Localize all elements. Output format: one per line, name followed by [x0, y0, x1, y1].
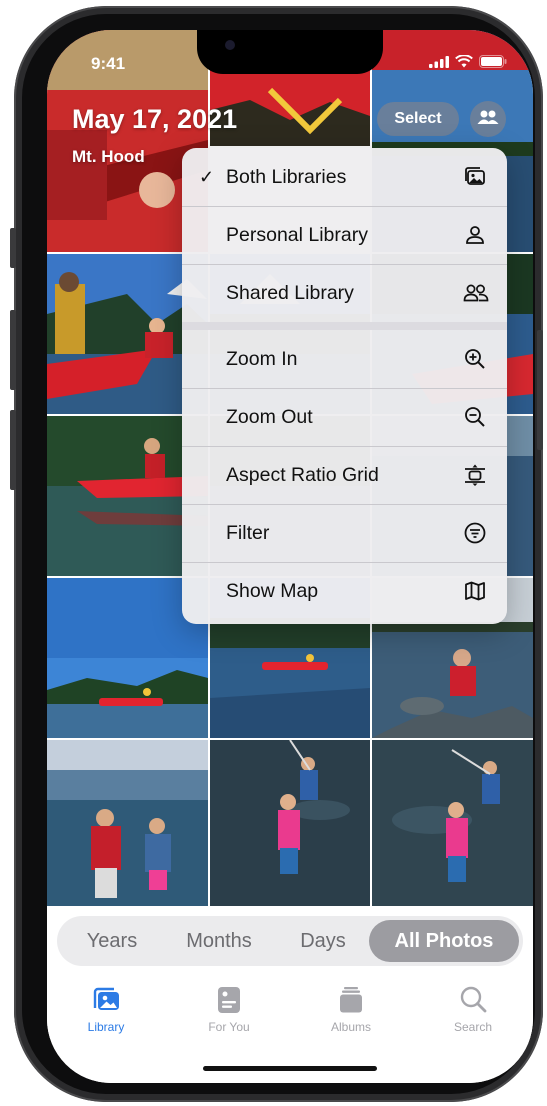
menu-item-aspect-ratio-grid[interactable]: Aspect Ratio Grid [182, 446, 507, 504]
library-icon [90, 984, 122, 1016]
menu-item-zoom-in[interactable]: Zoom In [182, 330, 507, 388]
photo-thumbnail[interactable] [210, 740, 370, 906]
photo-thumbnail[interactable] [372, 740, 533, 906]
tab-label: For You [208, 1020, 250, 1034]
filter-icon [463, 521, 487, 545]
home-indicator[interactable] [203, 1066, 377, 1071]
battery-icon [479, 55, 507, 73]
checkmark-icon: ✓ [199, 166, 215, 187]
menu-item-both-libraries[interactable]: ✓ Both Libraries [182, 148, 507, 206]
tab-label: Albums [330, 1020, 371, 1034]
map-icon [463, 579, 487, 603]
menu-item-label: Zoom In [226, 347, 298, 370]
tab-label: Search [453, 1020, 493, 1034]
menu-item-zoom-out[interactable]: Zoom Out [182, 388, 507, 446]
location-subtitle: Mt. Hood [72, 147, 145, 166]
status-icons [429, 54, 507, 73]
power-button [537, 330, 543, 450]
two-people-icon [477, 109, 499, 130]
library-switcher-button[interactable] [470, 101, 506, 137]
segment-all-photos[interactable]: All Photos [369, 920, 519, 962]
menu-group-separator [182, 322, 507, 330]
search-icon [457, 984, 489, 1016]
tab-albums[interactable]: Albums [311, 984, 391, 1034]
menu-item-label: Shared Library [226, 281, 354, 304]
time-scale-segmented-control: Years Months Days All Photos [57, 916, 523, 966]
menu-item-label: Personal Library [226, 223, 368, 246]
photo-thumbnail[interactable] [47, 740, 208, 906]
volume-down-button [10, 410, 16, 490]
zoom-in-icon [463, 347, 487, 371]
screen: 9:41 May 17, 2021 Mt. Hood Select ✓ Both… [47, 30, 533, 1083]
segment-months[interactable]: Months [167, 916, 271, 966]
action-button [10, 228, 16, 268]
photo-stack-icon [463, 165, 487, 189]
segment-days[interactable]: Days [285, 916, 361, 966]
tab-label: Library [87, 1020, 125, 1034]
select-button[interactable]: Select [377, 102, 459, 136]
bottom-controls: Years Months Days All Photos Library For… [47, 906, 533, 1083]
cellular-signal-icon [429, 55, 449, 73]
tab-search[interactable]: Search [433, 984, 513, 1034]
menu-item-label: Filter [226, 521, 270, 544]
menu-item-shared-library[interactable]: Shared Library [182, 264, 507, 322]
date-title: May 17, 2021 [72, 104, 238, 134]
menu-item-label: Aspect Ratio Grid [226, 463, 379, 486]
segment-years[interactable]: Years [69, 916, 155, 966]
tab-library[interactable]: Library [66, 984, 146, 1034]
dynamic-notch [197, 30, 383, 74]
front-camera [225, 40, 235, 50]
menu-item-show-map[interactable]: Show Map [182, 562, 507, 620]
menu-item-label: Show Map [226, 579, 319, 602]
two-people-icon [463, 281, 489, 305]
volume-up-button [10, 310, 16, 390]
menu-item-label: Zoom Out [226, 405, 313, 428]
library-options-menu: ✓ Both Libraries Personal Library Shared… [182, 148, 507, 624]
wifi-icon [455, 54, 473, 73]
zoom-out-icon [463, 405, 487, 429]
menu-item-label: Both Libraries [226, 165, 347, 188]
for-you-icon [213, 984, 245, 1016]
menu-item-personal-library[interactable]: Personal Library [182, 206, 507, 264]
albums-icon [335, 984, 367, 1016]
person-icon [463, 223, 487, 247]
menu-item-filter[interactable]: Filter [182, 504, 507, 562]
status-time: 9:41 [91, 54, 126, 73]
aspect-ratio-icon [463, 463, 487, 487]
tab-for-you[interactable]: For You [189, 984, 269, 1034]
